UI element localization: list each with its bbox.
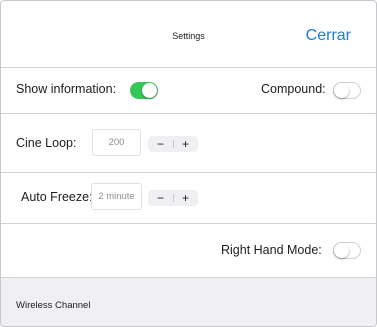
close-button[interactable]: Cerrar [306,27,351,45]
navigation-bar: Settings Cerrar [1,1,376,68]
auto-freeze-stepper: − + [148,190,198,206]
settings-panel: Settings Cerrar Show information: Compou… [0,0,377,327]
row-cine-loop: Cine Loop: 200 − + [1,114,376,173]
row-right-hand-mode: Right Hand Mode: [1,224,376,278]
row-show-information: Show information: Compound: [1,68,376,114]
compound-toggle[interactable] [333,82,361,99]
toggle-knob [142,83,157,98]
show-information-label: Show information: [16,82,117,96]
show-information-toggle[interactable] [130,82,158,99]
right-hand-mode-label: Right Hand Mode: [221,243,322,257]
wireless-channel-header: Wireless Channel [16,300,91,311]
auto-freeze-increment-button[interactable]: + [173,190,198,206]
toggle-knob [334,83,349,98]
toggle-knob [334,243,349,258]
cine-loop-increment-button[interactable]: + [173,136,198,152]
row-auto-freeze: Auto Freeze: 2 minute − + [1,173,376,224]
compound-label: Compound: [261,82,326,96]
right-hand-mode-toggle[interactable] [333,242,361,259]
cine-loop-label: Cine Loop: [16,136,77,150]
cine-loop-decrement-button[interactable]: − [148,136,173,152]
auto-freeze-decrement-button[interactable]: − [148,190,173,206]
wireless-channel-section: Wireless Channel [1,278,376,326]
cine-loop-field[interactable]: 200 [92,129,141,156]
cine-loop-stepper: − + [148,136,198,152]
auto-freeze-field[interactable]: 2 minute [91,183,142,210]
auto-freeze-label: Auto Freeze: [21,190,93,204]
